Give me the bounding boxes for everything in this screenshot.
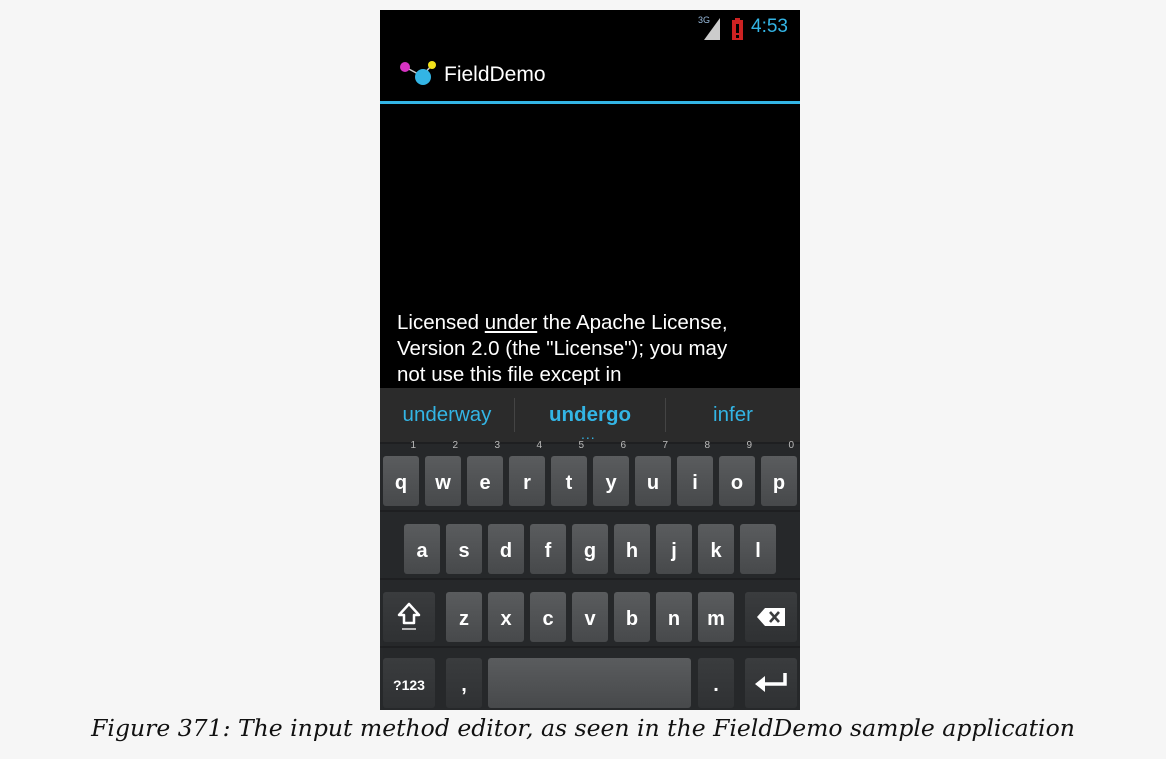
phone-screen: 3G 4:53 FieldDemo Licensed under the Apa… <box>380 10 800 710</box>
key-q[interactable]: q1 <box>383 440 419 506</box>
spacebar[interactable] <box>488 658 691 708</box>
status-bar: 3G 4:53 <box>380 10 800 46</box>
key-r[interactable]: r4 <box>509 440 545 506</box>
key-h[interactable]: h <box>614 524 650 574</box>
shift-key[interactable] <box>383 592 435 642</box>
key-b[interactable]: b <box>614 592 650 642</box>
action-bar-divider <box>380 101 800 104</box>
signal-icon <box>704 18 720 40</box>
editor-line-2: Version 2.0 (the "License"); you may <box>397 337 728 360</box>
key-k[interactable]: k <box>698 524 734 574</box>
key-x[interactable]: x <box>488 592 524 642</box>
backspace-key[interactable] <box>745 592 797 642</box>
key-w[interactable]: w2 <box>425 440 461 506</box>
backspace-icon <box>757 608 785 626</box>
period-key[interactable]: .... <box>698 658 734 708</box>
key-e[interactable]: e3 <box>467 440 503 506</box>
key-u[interactable]: u7 <box>635 440 671 506</box>
key-n[interactable]: n <box>656 592 692 642</box>
editor-line-1: Licensed under the Apache License, <box>397 311 728 334</box>
more-suggestions-indicator[interactable]: ... <box>581 427 596 441</box>
key-t[interactable]: t5 <box>551 440 587 506</box>
key-v[interactable]: v <box>572 592 608 642</box>
app-icon[interactable] <box>398 60 438 86</box>
key-l[interactable]: l <box>740 524 776 574</box>
text-editor-field[interactable]: Licensed under the Apache License, Versi… <box>397 310 792 388</box>
key-f[interactable]: f <box>530 524 566 574</box>
key-g[interactable]: g <box>572 524 608 574</box>
key-s[interactable]: s <box>446 524 482 574</box>
symbols-key[interactable]: ?123 <box>383 658 435 708</box>
shift-icon <box>397 602 421 630</box>
enter-key[interactable] <box>745 658 797 708</box>
key-z[interactable]: z <box>446 592 482 642</box>
composing-word: under <box>484 311 538 334</box>
key-p[interactable]: p0 <box>761 440 797 506</box>
suggestion-left[interactable]: underway <box>380 388 514 442</box>
action-bar: FieldDemo <box>380 46 800 104</box>
suggestion-right[interactable]: infer <box>666 388 800 442</box>
key-d[interactable]: d <box>488 524 524 574</box>
battery-icon <box>732 18 743 40</box>
editor-line-3: not use this file except in <box>397 363 622 386</box>
clock: 4:53 <box>751 16 788 37</box>
enter-icon <box>755 673 787 692</box>
key-c[interactable]: c <box>530 592 566 642</box>
suggestion-strip: underway undergo infer ... <box>380 388 800 442</box>
app-title: FieldDemo <box>444 63 546 86</box>
figure-caption: Figure 371: The input method editor, as … <box>91 714 1075 742</box>
soft-keyboard: q1 w2 e3 r4 t5 y6 u7 i8 o9 p0 a s d f g … <box>380 440 800 710</box>
key-y[interactable]: y6 <box>593 440 629 506</box>
key-o[interactable]: o9 <box>719 440 755 506</box>
key-m[interactable]: m <box>698 592 734 642</box>
key-a[interactable]: a <box>404 524 440 574</box>
comma-key[interactable]: ,... <box>446 658 482 708</box>
key-j[interactable]: j <box>656 524 692 574</box>
key-i[interactable]: i8 <box>677 440 713 506</box>
